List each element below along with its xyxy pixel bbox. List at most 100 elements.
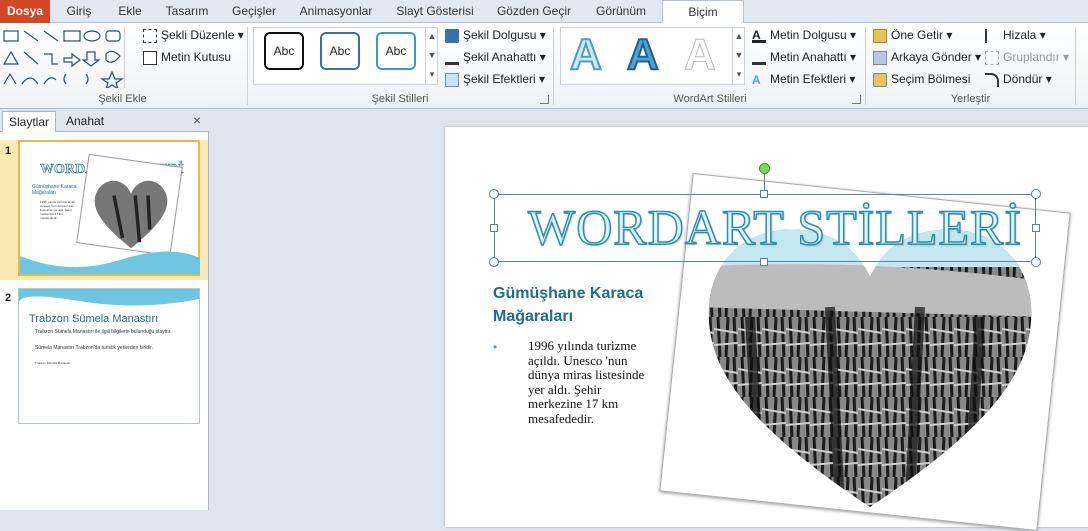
paint-bucket-icon <box>445 28 459 43</box>
shape-outline-button[interactable]: Şekil Anahattı ▾ <box>445 47 546 67</box>
slide-title[interactable]: WORDART STİLLERİ <box>525 197 1025 257</box>
resize-handle[interactable] <box>760 190 768 198</box>
shape-styles-scroll[interactable]: ▲ ▼ ▾ <box>425 27 438 85</box>
shapes-gallery[interactable] <box>2 28 132 88</box>
slide-editing-area: WORDART STİLLERİ Gümüşhane Karaca Mağara… <box>210 110 1088 531</box>
tab-file[interactable]: Dosya <box>0 0 50 23</box>
resize-handle[interactable] <box>1032 224 1040 232</box>
tab-outline[interactable]: Anahat <box>60 111 110 132</box>
rectangle-shape-icon <box>63 30 81 42</box>
resize-handle[interactable] <box>760 258 768 266</box>
subtitle-line: Gümüşhane Karaca <box>493 285 644 302</box>
curve-shape-icon <box>43 77 57 85</box>
right-arrow-shape-icon <box>63 52 81 68</box>
tab-slideshow[interactable]: Slayt Gösterisi <box>388 0 482 23</box>
selection-pane-icon <box>873 72 887 87</box>
thumb-number: 2 <box>5 292 12 304</box>
body-line: 1996 yılında turizme <box>528 338 637 353</box>
body-line: açıldı. Unesco 'nun <box>528 352 628 368</box>
panel-tabs: Slaytlar Anahat × <box>0 110 209 132</box>
text-effects-button[interactable]: A Metin Efektleri ▾ <box>752 69 855 89</box>
tab-animations[interactable]: Animasyonlar <box>292 0 380 23</box>
down-arrow-shape-icon <box>81 51 101 67</box>
thumb-wave-decoration <box>20 251 200 274</box>
rotate-button[interactable]: Döndür ▾ <box>985 69 1052 89</box>
align-button[interactable]: Hizala ▾ <box>985 25 1046 45</box>
thumb-subtitle: Gümüşhane Karaca Mağaraları <box>32 184 77 196</box>
edit-shape-button[interactable]: Şekli Düzenle ▾ <box>143 25 244 45</box>
rounded-rect-shape-icon <box>105 30 121 42</box>
oval-shape-icon <box>83 30 101 42</box>
ribbon-separator <box>247 27 248 105</box>
body-line: dünya miras listesinde <box>528 367 645 382</box>
ribbon-separator <box>553 27 554 105</box>
tab-view[interactable]: Görünüm <box>584 0 658 23</box>
resize-handle[interactable] <box>489 189 499 199</box>
shapes-gallery-scroll[interactable] <box>124 28 134 88</box>
wordart-scroll[interactable]: ▲ ▼ ▾ <box>732 27 745 85</box>
resize-handle[interactable] <box>489 257 499 267</box>
send-backward-icon <box>873 50 887 65</box>
thumb-body: 1996 yılında turizme açıldı. Unesco 'nun… <box>40 200 76 220</box>
ribbon-tab-bar: Dosya Giriş Ekle Tasarım Geçişler Animas… <box>0 0 1088 24</box>
shape-style-2[interactable]: Abc <box>320 32 360 70</box>
tab-format[interactable]: Biçim <box>662 0 744 24</box>
group-label-shape-styles: Şekil Stilleri <box>371 93 429 105</box>
ribbon-separator <box>1075 27 1076 105</box>
brace-right-shape-icon <box>85 73 89 85</box>
shape-style-1[interactable]: Abc <box>264 32 304 70</box>
subtitle-line: Mağaraları <box>493 308 574 325</box>
triangle-shape-icon <box>2 50 20 65</box>
group-label-insert-shapes: Şekil Ekle <box>98 93 147 105</box>
resize-handle[interactable] <box>1031 189 1041 199</box>
text-outline-button[interactable]: Metin Anahattı ▾ <box>752 47 856 67</box>
thumb-body-2: Sümela Manastırı Trabzon'da turistik yer… <box>35 345 153 351</box>
thumb-wave-decoration <box>19 289 199 306</box>
shape-style-3[interactable]: Abc <box>376 32 416 70</box>
slide-thumbnail-1[interactable]: WORDART STİLLERİ Gümüşhane Karaca Mağara… <box>18 140 200 276</box>
text-box-button[interactable]: Metin Kutusu <box>143 47 231 67</box>
shape-effects-button[interactable]: Şekil Efektleri ▾ <box>445 69 545 89</box>
group-icon <box>985 50 999 65</box>
bring-forward-button[interactable]: Öne Getir ▾ <box>873 25 952 45</box>
slide-canvas[interactable]: WORDART STİLLERİ Gümüşhane Karaca Mağara… <box>445 127 1088 531</box>
shape-effects-icon <box>445 72 459 87</box>
callout-shape-icon <box>105 50 121 63</box>
align-icon <box>985 28 999 43</box>
thumb-heart-picture <box>94 180 168 249</box>
tab-home[interactable]: Giriş <box>55 0 103 23</box>
rotate-icon <box>985 72 999 87</box>
shape-fill-button[interactable]: Şekil Dolgusu ▾ <box>445 25 546 45</box>
tab-design[interactable]: Tasarım <box>158 0 216 23</box>
rotation-handle[interactable] <box>759 163 770 174</box>
text-outline-icon <box>752 51 766 65</box>
tab-insert[interactable]: Ekle <box>108 0 152 23</box>
rotation-stem <box>764 173 765 190</box>
slide-thumbnail-2[interactable]: Trabzon Sümela Manastırı Trabzon Sümela … <box>18 288 200 424</box>
slide-body[interactable]: 1996 yılında turizme açıldı. Unesco 'nun… <box>528 338 645 426</box>
send-backward-button[interactable]: Arkaya Gönder ▾ <box>873 47 981 67</box>
close-panel-icon[interactable]: × <box>193 112 201 128</box>
wordart-style-2[interactable]: A <box>626 32 660 78</box>
resize-handle[interactable] <box>1031 257 1041 267</box>
group-label-arrange: Yerleştir <box>950 93 991 105</box>
selection-pane-button[interactable]: Seçim Bölmesi <box>873 69 970 89</box>
tab-slides[interactable]: Slaytlar <box>2 111 57 132</box>
tab-transitions[interactable]: Geçişler <box>224 0 284 23</box>
shape-styles-launcher[interactable] <box>540 95 549 104</box>
text-fill-icon: A <box>752 29 766 43</box>
group-label-wordart-styles: WordArt Stilleri <box>673 93 747 105</box>
wordart-style-3[interactable]: A <box>684 32 717 77</box>
wordart-style-1[interactable]: A <box>569 32 603 78</box>
group-button[interactable]: Gruplandır ▾ <box>985 47 1069 67</box>
text-fill-button[interactable]: A Metin Dolgusu ▾ <box>752 25 856 45</box>
wordart-launcher[interactable] <box>852 95 861 104</box>
resize-handle[interactable] <box>490 224 498 232</box>
slide-subtitle[interactable]: Gümüşhane Karaca Mağaraları <box>493 282 643 328</box>
body-line: yer aldı. Şehir <box>528 381 602 397</box>
thumb-number: 1 <box>5 145 12 157</box>
star-shape-icon <box>100 70 124 88</box>
tab-review[interactable]: Gözden Geçir <box>490 0 578 23</box>
line-shape-icon <box>23 30 39 42</box>
thumb-body-3: Trabzon Sümela Manastırı <box>35 361 71 365</box>
